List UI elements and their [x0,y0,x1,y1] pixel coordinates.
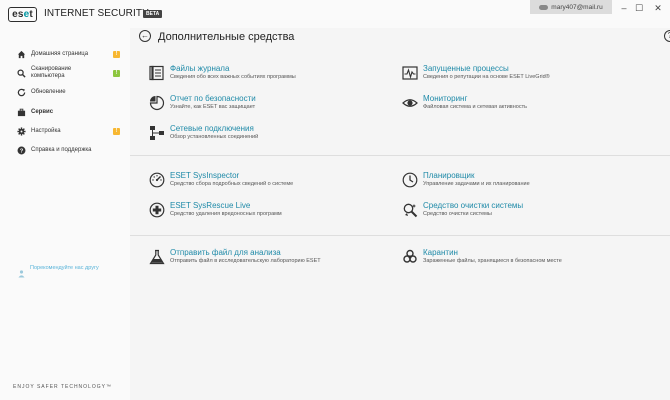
product-name: INTERNET SECURITY [44,8,149,19]
section-divider [130,235,670,236]
home-icon [16,49,26,59]
tool-title: Файлы журнала [170,64,230,73]
tool-description: Средство сбора подробных сведений о сист… [170,181,294,187]
sidebar-item-label: Настройка [31,127,61,134]
account-email: mary407@mail.ru [551,3,603,11]
tool-description: Средство удаления вредоносных программ [170,211,282,217]
cleaner-icon [403,203,418,218]
tool-title: Отправить файл для анализа [170,248,281,257]
briefcase-icon [16,107,26,117]
biohazard-icon [403,249,417,263]
warning-badge: ! [113,50,120,58]
tagline: ENJOY SAFER TECHNOLOGY™ [13,384,112,390]
warning-badge: ! [113,127,120,135]
help-icon: ? [16,145,26,155]
close-button[interactable]: ✕ [652,2,664,14]
section-divider [130,155,670,156]
tool-description: Средство очистки системы [423,211,492,217]
tool-description: Файловая система и сетевая активность [423,104,527,110]
sidebar-item-label: Справка и поддержка [31,146,92,153]
share-icon [18,265,25,283]
rescue-cross-icon [149,202,165,218]
eye-icon [402,99,418,107]
status-badge: ! [113,69,120,77]
eset-logo-mark: eset [8,6,37,22]
tool-monitoring[interactable]: Мониторинг Файловая система и сетевая ак… [402,94,642,118]
help-button[interactable]: ? [664,30,670,42]
sidebar: Домашняя страница ! Сканирование компьют… [0,28,130,400]
sidebar-item-label: Домашняя страница [31,50,89,57]
beta-badge: BETA [143,10,163,18]
tool-description: Сведения о репутации на основе ESET Live… [423,74,550,80]
cloud-icon [539,4,549,10]
main-content: ← Дополнительные средства ? Файлы журнал… [130,28,670,400]
tool-description: Узнайте, как ESET вас защищает [170,104,256,110]
sidebar-item-label: Обновление [31,88,66,95]
tool-scheduler[interactable]: Планировщик Управление задачами и их пла… [402,171,642,195]
recommend-text: Порекомендуйте нас другу [30,265,99,271]
search-icon [16,68,26,78]
tool-title: ESET SysInspector [170,171,240,180]
tool-security-report[interactable]: Отчет по безопасности Узнайте, как ESET … [149,94,389,118]
title-bar: eset INTERNET SECURITY BETA mary407@mail… [0,0,670,28]
sidebar-item-help[interactable]: ? Справка и поддержка [0,140,130,160]
sidebar-item-setup[interactable]: Настройка ! [0,121,130,141]
refresh-icon [16,87,26,97]
sidebar-item-tools[interactable]: Сервис [0,102,130,122]
svg-text:?: ? [19,148,23,154]
gear-icon [16,126,26,136]
eset-logo: eset [8,6,37,22]
sidebar-item-label: Сканирование компьютера [31,66,72,79]
tool-title: ESET SysRescue Live [170,201,251,210]
tool-description: Зараженные файлы, хранящиеся в безопасно… [423,258,562,264]
tool-description: Отправить файл в исследовательскую лабор… [170,258,321,264]
sidebar-item-label: Сервис [31,108,54,115]
tool-quarantine[interactable]: Карантин Зараженные файлы, хранящиеся в … [402,248,642,272]
tool-description: Обзор установленных соединений [170,134,259,140]
running-processes-icon [402,66,418,80]
tool-submit-sample[interactable]: Отправить файл для анализа Отправить фай… [149,248,389,272]
flask-icon [149,249,165,265]
sidebar-item-computer-scan[interactable]: Сканирование компьютера ! [0,63,130,83]
sidebar-item-update[interactable]: Обновление [0,82,130,102]
tool-title: Средство очистки системы [423,201,524,210]
maximize-button[interactable]: ☐ [633,2,645,14]
log-files-icon [149,65,164,81]
tool-network-connections[interactable]: Сетевые подключения Обзор установленных … [149,124,389,148]
clock-icon [402,172,418,188]
security-report-icon [149,95,165,111]
minimize-button[interactable]: – [618,2,630,14]
tool-title: Запущенные процессы [423,64,509,73]
network-icon [150,126,164,140]
tool-title: Сетевые подключения [170,124,254,133]
tool-description: Сведения обо всех важных событиях програ… [170,74,296,80]
sidebar-item-home[interactable]: Домашняя страница ! [0,44,130,64]
tool-title: Планировщик [423,171,475,180]
back-button[interactable]: ← [139,30,151,42]
recommend-link[interactable]: Порекомендуйте нас другу [18,265,110,283]
tool-sysinspector[interactable]: ESET SysInspector Средство сбора подробн… [149,171,389,195]
tool-title: Карантин [423,248,458,257]
tool-system-cleaner[interactable]: Средство очистки системы Средство очистк… [402,201,642,225]
tool-title: Мониторинг [423,94,468,103]
tool-description: Управление задачами и их планирование [423,181,530,187]
tool-log-files[interactable]: Файлы журнала Сведения обо всех важных с… [149,64,389,88]
account-button[interactable]: mary407@mail.ru [530,0,612,14]
tool-title: Отчет по безопасности [170,94,256,103]
gauge-icon [149,172,165,188]
tool-sysrescue-live[interactable]: ESET SysRescue Live Средство удаления вр… [149,201,389,225]
page-title: Дополнительные средства [158,31,295,43]
tool-running-processes[interactable]: Запущенные процессы Сведения о репутации… [402,64,642,88]
